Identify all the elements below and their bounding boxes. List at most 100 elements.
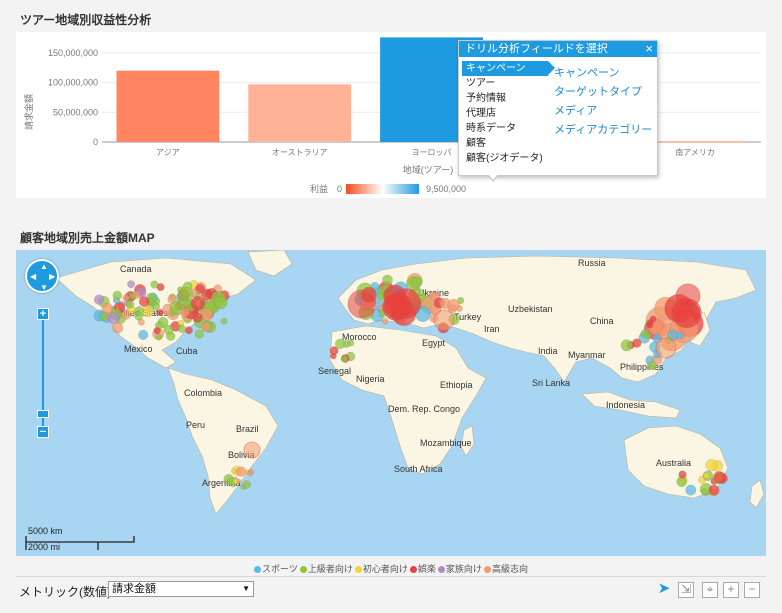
- legend-item[interactable]: 家族向け: [437, 562, 482, 575]
- drill-field-item[interactable]: キャンペーン: [462, 61, 555, 76]
- customer-bubble[interactable]: [184, 326, 193, 335]
- customer-bubble[interactable]: [713, 471, 726, 484]
- customer-bubble[interactable]: [644, 332, 652, 340]
- bar-4[interactable]: [643, 141, 747, 143]
- customer-bubble[interactable]: [675, 283, 701, 309]
- customer-bubble[interactable]: [384, 291, 412, 320]
- customer-bubble[interactable]: [138, 329, 149, 340]
- customer-bubble[interactable]: [141, 304, 155, 318]
- legend-item[interactable]: 初心者向け: [354, 562, 408, 575]
- export-icon[interactable]: ⇲: [678, 582, 694, 598]
- customer-bubble[interactable]: [247, 470, 253, 477]
- customer-bubble[interactable]: [112, 322, 124, 334]
- customer-bubble[interactable]: [153, 326, 161, 335]
- customer-bubble[interactable]: [213, 295, 228, 310]
- customer-bubble[interactable]: [134, 306, 144, 316]
- customer-bubble[interactable]: [347, 339, 355, 347]
- customer-bubble[interactable]: [620, 339, 633, 352]
- customer-bubble[interactable]: [341, 355, 349, 363]
- customer-bubble[interactable]: [335, 338, 346, 349]
- customer-bubble[interactable]: [678, 470, 687, 479]
- legend-item[interactable]: スポーツ: [254, 562, 298, 575]
- bar-0[interactable]: [116, 70, 220, 142]
- customer-bubble[interactable]: [243, 441, 261, 459]
- pan-right-icon[interactable]: ▶: [49, 273, 55, 281]
- customer-bubble[interactable]: [93, 294, 105, 305]
- customer-bubble[interactable]: [236, 466, 247, 477]
- world-map[interactable]: RussiaCanadaUnited StatesMexicoCubaColom…: [16, 250, 766, 556]
- customer-bubble[interactable]: [411, 276, 423, 288]
- fit-icon[interactable]: ⌖: [702, 582, 718, 598]
- close-icon[interactable]: ×: [645, 41, 653, 56]
- metric-dropdown[interactable]: 請求金額 ▼: [108, 581, 254, 597]
- customer-bubble[interactable]: [138, 296, 150, 307]
- zoom-in-icon[interactable]: +: [723, 582, 739, 598]
- zoom-slider-thumb[interactable]: [37, 410, 49, 418]
- customer-bubble[interactable]: [330, 352, 337, 360]
- drill-field-item[interactable]: 代理店: [462, 106, 554, 121]
- drill-subfield-link[interactable]: メディアカテゴリー: [554, 121, 652, 140]
- customer-bubble[interactable]: [705, 459, 718, 472]
- y-tick-label: 100,000,000: [48, 78, 98, 88]
- zoom-out-icon[interactable]: −: [744, 582, 760, 598]
- chevron-down-icon[interactable]: ▼: [242, 582, 250, 596]
- customer-bubble[interactable]: [190, 296, 206, 311]
- customer-bubble[interactable]: [646, 319, 654, 327]
- pan-down-icon[interactable]: ▼: [40, 284, 48, 292]
- customer-bubble[interactable]: [220, 317, 228, 325]
- customer-bubble[interactable]: [194, 329, 204, 339]
- y-tick-label: 50,000,000: [53, 107, 98, 117]
- drill-field-item[interactable]: 予約情報: [462, 91, 554, 106]
- zoom-out-button[interactable]: −: [37, 426, 49, 438]
- customer-bubble[interactable]: [99, 312, 109, 322]
- customer-bubble[interactable]: [156, 283, 165, 292]
- customer-bubble[interactable]: [122, 294, 130, 302]
- bar-1[interactable]: [248, 84, 352, 142]
- customer-bubble[interactable]: [708, 484, 720, 496]
- customer-bubble[interactable]: [192, 312, 203, 323]
- customer-bubble[interactable]: [112, 290, 123, 301]
- customer-bubble[interactable]: [132, 290, 142, 299]
- customer-bubble[interactable]: [107, 311, 120, 325]
- customer-bubble[interactable]: [382, 274, 393, 286]
- customer-bubble[interactable]: [155, 333, 163, 341]
- legend-item[interactable]: 娯楽: [409, 562, 436, 575]
- customer-bubble[interactable]: [655, 337, 677, 359]
- pan-up-icon[interactable]: ▲: [40, 263, 48, 271]
- customer-bubble[interactable]: [433, 309, 455, 331]
- legend-item[interactable]: 高級志向: [483, 562, 528, 575]
- drill-subfield-link[interactable]: ターゲットタイプ: [554, 83, 652, 102]
- drill-field-item[interactable]: ツアー: [462, 76, 554, 91]
- country-label: Egypt: [422, 338, 446, 348]
- customer-bubble[interactable]: [232, 478, 239, 485]
- customer-bubble[interactable]: [125, 300, 135, 309]
- pan-left-icon[interactable]: ◀: [30, 273, 36, 281]
- select-arrow-icon[interactable]: ➤: [656, 581, 672, 598]
- customer-bubble[interactable]: [177, 324, 186, 333]
- customer-bubble[interactable]: [677, 332, 685, 340]
- customer-bubble[interactable]: [231, 468, 237, 474]
- customer-bubble[interactable]: [127, 280, 136, 289]
- customer-bubble[interactable]: [685, 484, 697, 496]
- drill-field-item[interactable]: 顧客(ジオデータ): [462, 151, 554, 166]
- customer-bubble[interactable]: [447, 299, 460, 312]
- customer-bubble[interactable]: [200, 321, 211, 333]
- country-label: Senegal: [318, 366, 351, 376]
- drill-field-item[interactable]: 時系データ: [462, 121, 554, 136]
- legend-item[interactable]: 上級者向け: [299, 562, 353, 575]
- pan-control[interactable]: ▲ ▼ ◀ ▶: [25, 259, 59, 293]
- customer-bubble[interactable]: [700, 488, 708, 496]
- customer-bubble[interactable]: [381, 317, 389, 325]
- customer-bubble[interactable]: [242, 480, 251, 489]
- drill-subfield-link[interactable]: キャンペーン: [554, 64, 652, 83]
- map-canvas[interactable]: RussiaCanadaUnited StatesMexicoCubaColom…: [16, 250, 766, 556]
- customer-bubble[interactable]: [163, 324, 174, 335]
- customer-bubble[interactable]: [703, 472, 710, 480]
- customer-bubble[interactable]: [177, 286, 194, 303]
- drill-subfield-link[interactable]: メディア: [554, 102, 652, 121]
- zoom-in-button[interactable]: +: [37, 308, 49, 320]
- country-label: Indonesia: [606, 400, 645, 410]
- drill-field-item[interactable]: 顧客: [462, 136, 554, 151]
- customer-bubble[interactable]: [347, 289, 377, 319]
- customer-bubble[interactable]: [647, 360, 657, 370]
